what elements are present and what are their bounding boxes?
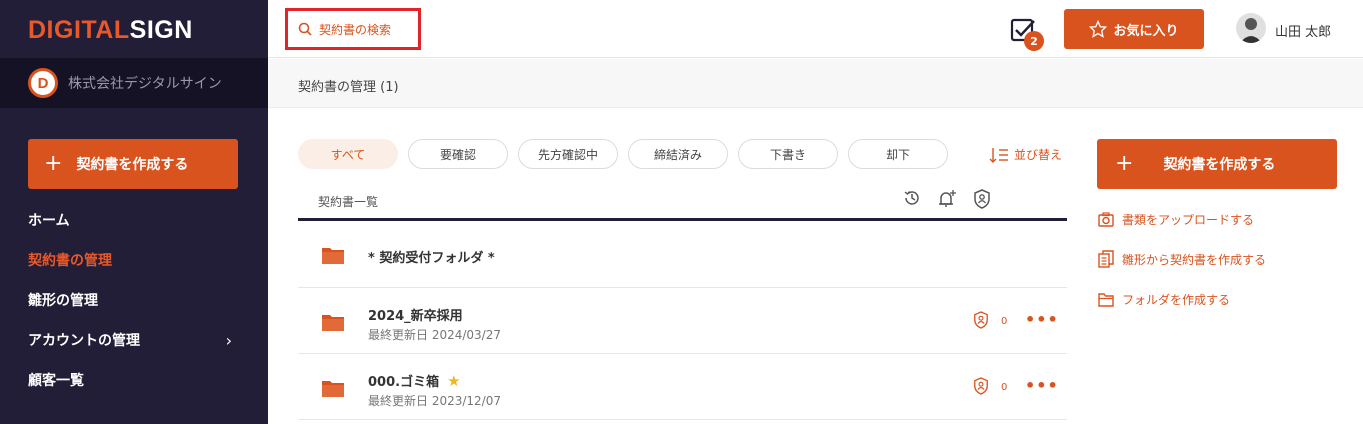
folder-icon — [322, 315, 344, 331]
create-contract-label: 契約書を作成する — [1163, 157, 1276, 173]
chevron-right-icon: › — [225, 330, 232, 350]
upload-document-link[interactable]: 書類をアップロードする — [1098, 211, 1254, 228]
tab-signed[interactable]: 締結済み — [628, 139, 728, 169]
favorites-label: お気に入り — [1113, 23, 1179, 39]
search-icon — [298, 22, 312, 36]
contract-list-title: 契約書一覧 — [318, 195, 379, 209]
favorites-button[interactable]: お気に入り — [1064, 9, 1204, 49]
star-outline-icon — [1089, 20, 1108, 38]
folder-updated-date: 最終更新日 2023/12/07 — [368, 394, 501, 408]
search-input[interactable]: 契約書の検索 — [285, 8, 421, 50]
sidebar: DIGITALSIGN D 株式会社デジタルサイン + 契約書を作成する ホーム… — [0, 0, 268, 424]
favorite-star-icon[interactable]: ★ — [447, 372, 460, 390]
tab-rejected[interactable]: 却下 — [848, 139, 948, 169]
folder-title: 2024_新卒採用 — [368, 309, 463, 324]
sidebar-create-label: 契約書を作成する — [76, 157, 189, 173]
create-folder-label: フォルダを作成する — [1122, 293, 1231, 307]
shield-user-icon[interactable] — [973, 377, 989, 395]
sidebar-item-home[interactable]: ホーム — [28, 200, 238, 240]
access-count: 0 — [1001, 316, 1008, 327]
app-logo[interactable]: DIGITALSIGN — [28, 16, 193, 45]
tab-all[interactable]: すべて — [298, 139, 398, 169]
sidebar-item-label: 顧客一覧 — [28, 373, 84, 389]
sort-label: 並び替え — [1014, 148, 1063, 162]
user-avatar[interactable] — [1236, 13, 1266, 43]
user-name[interactable]: 山田 太郎 — [1275, 21, 1331, 40]
company-avatar: D — [28, 68, 58, 98]
upload-document-label: 書類をアップロードする — [1122, 213, 1255, 227]
sidebar-item-customers[interactable]: 顧客一覧 — [28, 360, 238, 400]
sidebar-item-contracts[interactable]: 契約書の管理 — [28, 240, 238, 280]
search-placeholder: 契約書の検索 — [319, 22, 392, 37]
create-from-template-label: 雛形から契約書を作成する — [1122, 252, 1267, 267]
company-switcher[interactable]: D 株式会社デジタルサイン — [0, 58, 268, 108]
user-silhouette-icon — [1240, 18, 1262, 43]
tab-needs-review[interactable]: 要確認 — [408, 139, 508, 169]
plus-icon: + — [1115, 151, 1134, 176]
contract-list-header: 契約書一覧 — [298, 183, 1067, 221]
sidebar-nav: ホーム 契約書の管理 雛形の管理 アカウントの管理 › 顧客一覧 — [28, 200, 238, 400]
folder-updated-date: 最終更新日 2024/03/27 — [368, 328, 501, 342]
create-from-template-link[interactable]: 雛形から契約書を作成する — [1098, 250, 1266, 268]
sidebar-create-contract-button[interactable]: + 契約書を作成する — [28, 139, 238, 189]
more-menu-icon[interactable]: ••• — [1025, 310, 1059, 329]
folder-title: * 契約受付フォルダ * — [368, 251, 495, 266]
tab-awaiting-counterparty[interactable]: 先方確認中 — [518, 139, 618, 169]
sidebar-item-templates[interactable]: 雛形の管理 — [28, 280, 238, 320]
more-menu-icon[interactable]: ••• — [1025, 376, 1059, 395]
page-title: 契約書の管理 (1) — [298, 80, 399, 95]
document-copy-icon — [1098, 250, 1114, 268]
sort-icon — [989, 147, 1008, 163]
folder-outline-icon — [1098, 292, 1114, 307]
bell-add-icon[interactable] — [937, 189, 957, 209]
folder-title: 000.ゴミ箱 — [368, 375, 440, 390]
shield-user-icon[interactable] — [973, 189, 991, 209]
logo-text-digital: DIGITAL — [28, 16, 130, 44]
create-folder-link[interactable]: フォルダを作成する — [1098, 291, 1230, 308]
folder-icon — [322, 248, 344, 264]
sidebar-item-label: アカウントの管理 — [28, 333, 140, 349]
folder-icon — [322, 381, 344, 397]
folder-row[interactable]: 000.ゴミ箱 ★ 最終更新日 2023/12/07 0 ••• — [298, 354, 1067, 420]
sort-button[interactable]: 並び替え — [989, 146, 1062, 163]
folder-row[interactable]: * 契約受付フォルダ * — [298, 222, 1067, 288]
top-header: 契約書の検索 2 お気に入り 山田 太郎 — [268, 0, 1363, 58]
access-count: 0 — [1001, 382, 1008, 393]
create-contract-button[interactable]: + 契約書を作成する — [1097, 139, 1337, 189]
history-icon[interactable] — [903, 189, 921, 207]
task-count-badge: 2 — [1024, 31, 1044, 51]
sidebar-item-label: ホーム — [28, 213, 70, 229]
sidebar-item-accounts[interactable]: アカウントの管理 › — [28, 320, 238, 360]
shield-user-icon[interactable] — [973, 311, 989, 329]
logo-text-sign: SIGN — [129, 16, 193, 44]
page-header: 契約書の管理 (1) — [268, 59, 1363, 108]
plus-icon: + — [44, 151, 63, 176]
sidebar-item-label: 契約書の管理 — [28, 253, 112, 269]
tab-drafts[interactable]: 下書き — [738, 139, 838, 169]
folder-title-wrap: 000.ゴミ箱 ★ — [368, 371, 461, 390]
company-name: 株式会社デジタルサイン — [68, 76, 222, 92]
sidebar-item-label: 雛形の管理 — [28, 293, 98, 309]
status-filter-tabs: すべて 要確認 先方確認中 締結済み 下書き 却下 — [298, 139, 958, 169]
camera-icon — [1098, 212, 1114, 227]
folder-row[interactable]: 2024_新卒採用 最終更新日 2024/03/27 0 ••• — [298, 288, 1067, 354]
